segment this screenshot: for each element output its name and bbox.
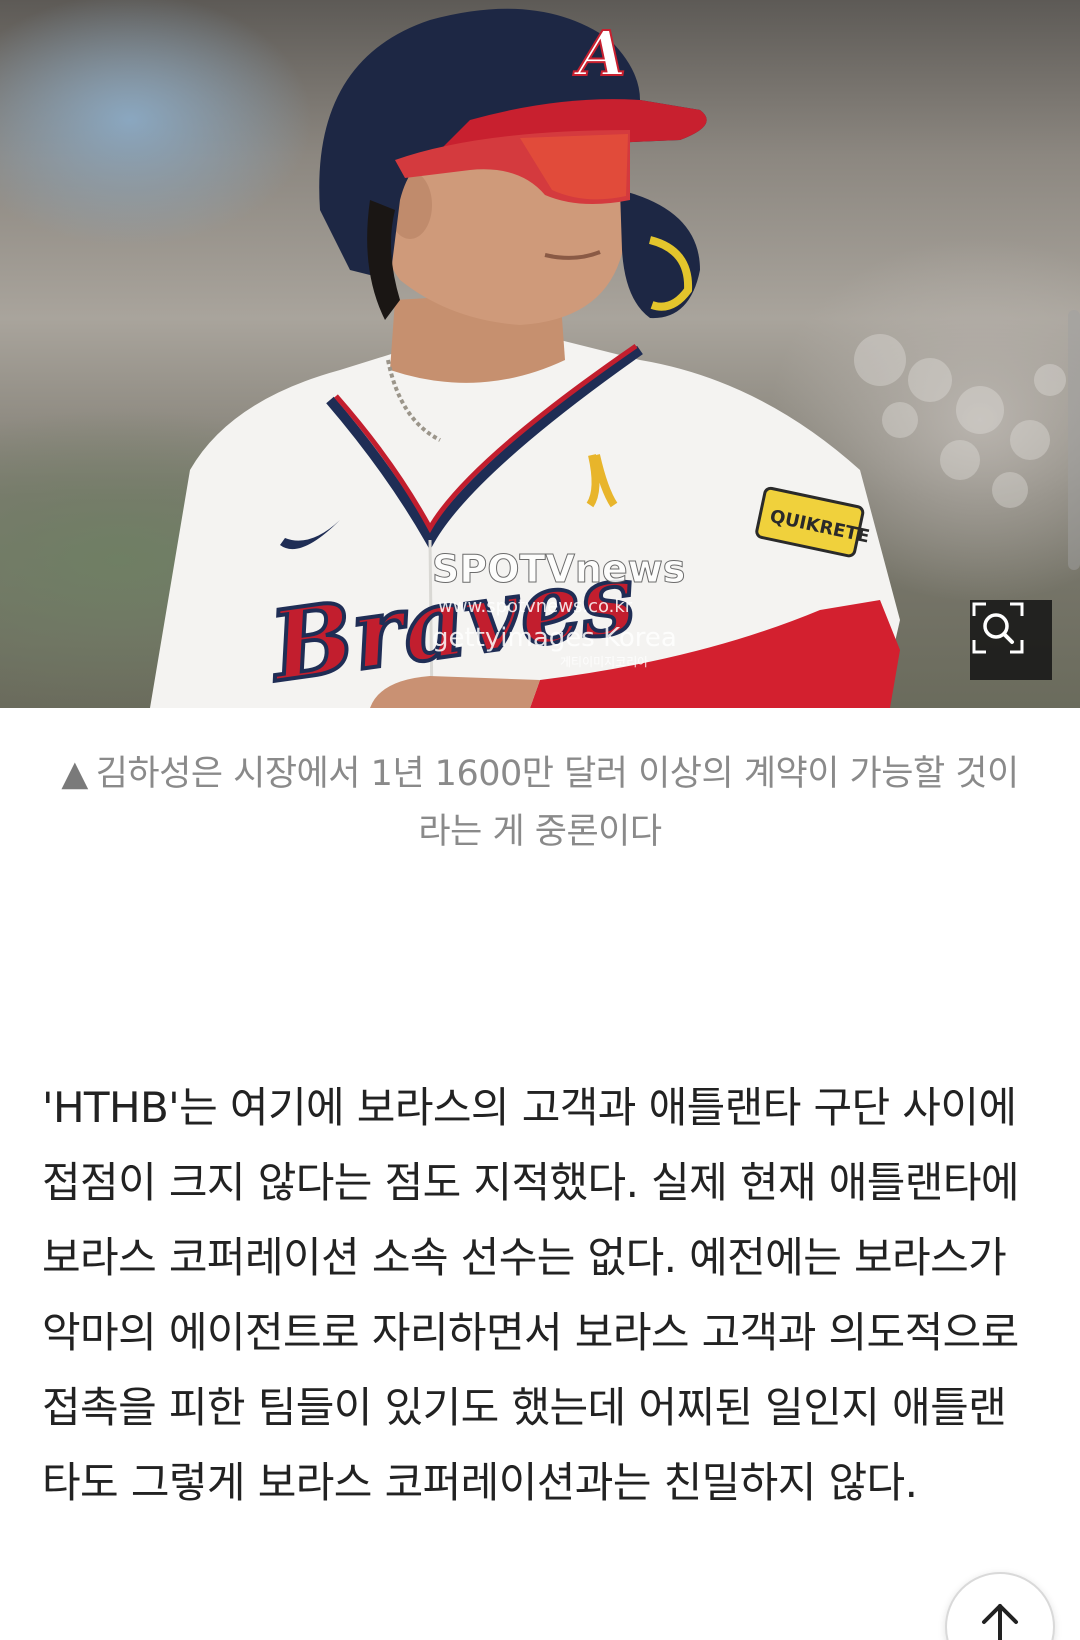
svg-text:SPOTVnews: SPOTVnews <box>432 547 685 591</box>
svg-text:www.spotvnews.co.kr: www.spotvnews.co.kr <box>438 596 633 617</box>
arrow-up-icon <box>982 1604 1018 1640</box>
player-illustration: Braves A QUIKRETE SPOTVnews www.spotvnew… <box>150 8 1066 708</box>
scroll-top-button[interactable] <box>945 1572 1055 1640</box>
photo-caption: ▲ 김하성은 시장에서 1년 1600만 달러 이상의 계약이 가능할 것이라는 … <box>60 745 1020 861</box>
article-paragraph: 'HTHB'는 여기에 보라스의 고객과 애틀랜타 구단 사이에 접점이 크지 … <box>42 1083 1020 1507</box>
caption-triangle-icon: ▲ <box>61 754 88 794</box>
photo-zoom-button[interactable] <box>970 600 1052 680</box>
article-body: 'HTHB'는 여기에 보라스의 고객과 애틀랜타 구단 사이에 접점이 크지 … <box>42 1070 1042 1520</box>
scrollbar-thumb[interactable] <box>1068 310 1080 570</box>
svg-text:gettyimages Korea: gettyimages Korea <box>432 623 677 653</box>
svg-text:게티이미지코리아: 게티이미지코리아 <box>560 655 648 669</box>
zoom-magnifier-icon <box>972 602 1024 654</box>
article-page: Braves A QUIKRETE SPOTVnews www.spotvnew… <box>0 0 1080 1640</box>
caption-text: 김하성은 시장에서 1년 1600만 달러 이상의 계약이 가능할 것이라는 게… <box>95 754 1019 852</box>
article-photo[interactable]: Braves A QUIKRETE SPOTVnews www.spotvnew… <box>0 0 1080 708</box>
svg-text:A: A <box>573 17 626 90</box>
